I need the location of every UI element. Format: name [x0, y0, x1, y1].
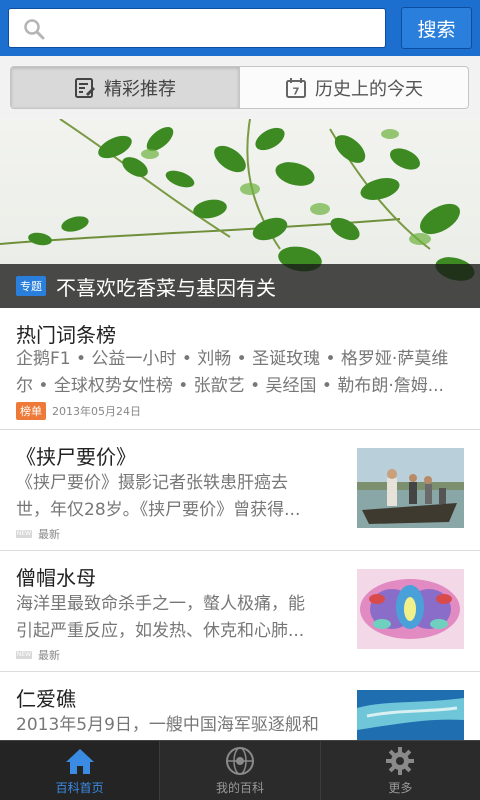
ranking-badge: 榜单: [16, 402, 46, 420]
item-desc-line2: 引起严重反应，如发热、休克和心肺...: [16, 621, 305, 641]
tab-featured-label: 精彩推荐: [104, 78, 176, 100]
item-desc-line1: 海洋里最致命杀手之一，螫人极痛，能: [16, 594, 305, 614]
reef-photo-icon: [357, 690, 464, 740]
item-status: 最新: [38, 528, 60, 541]
search-box[interactable]: [8, 8, 386, 48]
item-title: 热门词条榜: [16, 323, 116, 347]
item-title: 《挟尸要价》: [16, 445, 136, 469]
new-icon: NEW: [16, 530, 32, 538]
tab-history-label: 历史上的今天: [315, 78, 423, 100]
boat-photo-icon: [357, 448, 464, 528]
item-status: 最新: [38, 649, 60, 662]
item-meta: 榜单 2013年05月24日: [16, 402, 141, 420]
item-thumbnail: [357, 690, 464, 740]
item-thumbnail: [357, 569, 464, 649]
item-desc-line1: 2013年5月9日，一艘中国海军驱逐舰和: [16, 715, 319, 735]
segment-tabs: 精彩推荐 7 历史上的今天: [10, 66, 469, 109]
list-item-article[interactable]: 僧帽水母 海洋里最致命杀手之一，螫人极痛，能 引起严重反应，如发热、休克和心肺.…: [0, 551, 480, 672]
item-meta: NEW 最新: [16, 647, 60, 663]
item-date: 2013年05月24日: [52, 405, 141, 418]
item-desc-line1: 企鹅F1 • 公益一小时 • 刘畅 • 圣诞玫瑰 • 格罗娅·萨莫维: [16, 349, 449, 369]
tab-history-today[interactable]: 7 历史上的今天: [239, 67, 468, 108]
topic-badge: 专题: [16, 276, 46, 296]
search-button[interactable]: 搜索: [401, 7, 472, 49]
baike-app: 搜索 精彩推荐 7 历史上的今天 专题 不喜欢吃香菜与基因有关 热门词条榜 企鹅…: [0, 0, 480, 800]
banner-caption: 专题 不喜欢吃香菜与基因有关: [0, 264, 480, 308]
nav-more-label: 更多: [388, 780, 413, 795]
item-title: 僧帽水母: [16, 566, 96, 590]
calendar-day: 7: [293, 86, 300, 97]
globe-icon: [225, 746, 255, 776]
tab-featured[interactable]: 精彩推荐: [11, 67, 239, 108]
nav-more[interactable]: 更多: [319, 741, 480, 800]
nav-home-label: 百科首页: [55, 780, 104, 795]
nav-my-baike-label: 我的百科: [215, 780, 264, 795]
gear-icon: [385, 746, 415, 776]
item-desc-line1: 《挟尸要价》摄影记者张轶患肝癌去: [16, 473, 288, 493]
search-icon: [24, 19, 45, 40]
item-desc-line2: 世，年仅28岁。《挟尸要价》曾获得...: [16, 500, 301, 520]
nav-my-baike[interactable]: 我的百科: [159, 741, 319, 800]
item-desc-line2: 尔 • 全球权势女性榜 • 张歆艺 • 吴经国 • 勒布朗·詹姆...: [16, 376, 444, 396]
nav-home[interactable]: 百科首页: [0, 741, 160, 800]
jellyfish-photo-icon: [357, 569, 464, 649]
featured-banner[interactable]: 专题 不喜欢吃香菜与基因有关: [0, 119, 480, 308]
tabs-area: 精彩推荐 7 历史上的今天: [0, 56, 480, 118]
item-meta: NEW 最新: [16, 526, 60, 542]
new-icon: NEW: [16, 651, 32, 659]
banner-title: 不喜欢吃香菜与基因有关: [56, 275, 276, 300]
calendar-icon: 7: [286, 77, 306, 98]
list-item-article[interactable]: 《挟尸要价》 《挟尸要价》摄影记者张轶患肝癌去 世，年仅28岁。《挟尸要价》曾获…: [0, 430, 480, 551]
article-list: 热门词条榜 企鹅F1 • 公益一小时 • 刘畅 • 圣诞玫瑰 • 格罗娅·萨莫维…: [0, 308, 480, 740]
search-input[interactable]: [53, 11, 378, 45]
list-item-hot-ranking[interactable]: 热门词条榜 企鹅F1 • 公益一小时 • 刘畅 • 圣诞玫瑰 • 格罗娅·萨莫维…: [0, 308, 480, 430]
top-search-bar: 搜索: [0, 0, 480, 56]
item-thumbnail: [357, 448, 464, 528]
item-title: 仁爱礁: [16, 687, 76, 711]
bottom-nav: 百科首页 我的百科 更多: [0, 740, 480, 800]
home-icon: [65, 746, 95, 776]
featured-icon: [75, 77, 95, 98]
list-item-article[interactable]: 仁爱礁 2013年5月9日，一艘中国海军驱逐舰和: [0, 672, 480, 740]
